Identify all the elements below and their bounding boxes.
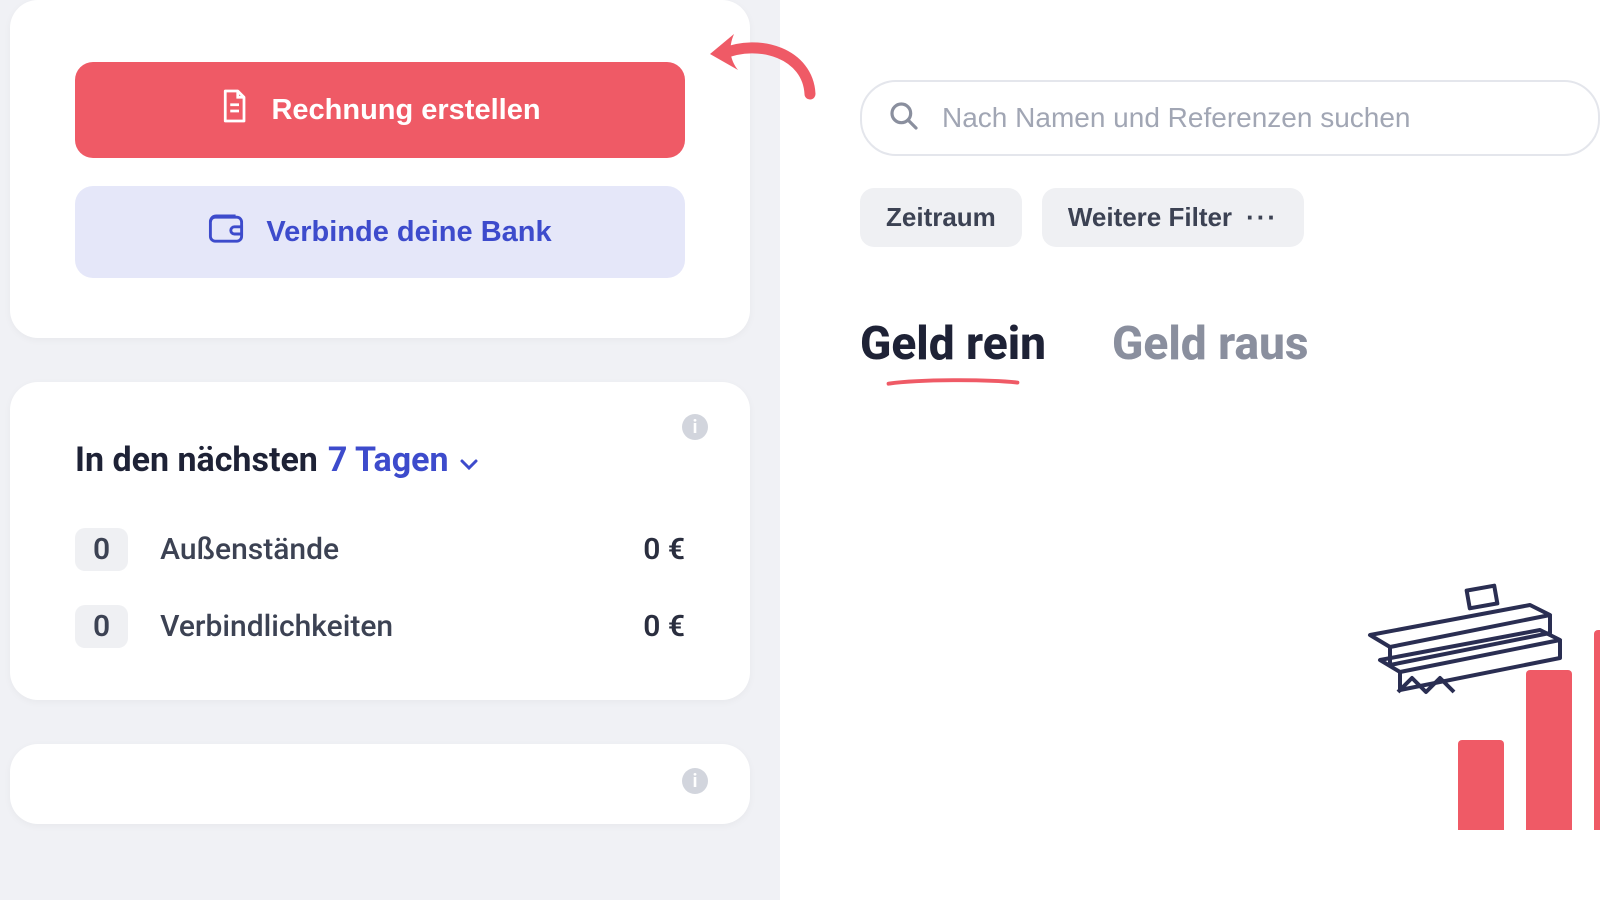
filter-period-label: Zeitraum xyxy=(886,202,996,233)
payables-amount: 0 € xyxy=(643,609,685,644)
payables-row: 0 Verbindlichkeiten 0 € xyxy=(75,605,685,648)
bar xyxy=(1458,740,1504,830)
receivables-amount: 0 € xyxy=(643,532,685,567)
connect-bank-label: Verbinde deine Bank xyxy=(266,216,551,249)
filter-row: Zeitraum Weitere Filter ··· xyxy=(860,188,1600,247)
filter-more-chip[interactable]: Weitere Filter ··· xyxy=(1042,188,1304,247)
document-icon xyxy=(219,88,249,132)
receivables-label: Außenstände xyxy=(160,532,611,567)
create-invoice-button[interactable]: Rechnung erstellen xyxy=(75,62,685,158)
search-input[interactable] xyxy=(860,80,1600,156)
receivables-row: 0 Außenstände 0 € xyxy=(75,528,685,571)
wallet-icon xyxy=(208,212,244,252)
upcoming-card: i In den nächsten 7 Tagen 0 Außenstände … xyxy=(10,382,750,700)
bar xyxy=(1594,630,1600,830)
main-panel: Zeitraum Weitere Filter ··· Geld rein Ge… xyxy=(780,0,1600,900)
tab-money-out[interactable]: Geld raus xyxy=(1112,317,1309,379)
create-invoice-label: Rechnung erstellen xyxy=(271,94,540,127)
period-selector: In den nächsten 7 Tagen xyxy=(75,440,685,480)
actions-card: Rechnung erstellen Verbinde deine Bank xyxy=(10,0,750,338)
filter-more-label: Weitere Filter xyxy=(1068,202,1232,233)
lower-card: i xyxy=(10,744,750,824)
payables-label: Verbindlichkeiten xyxy=(160,609,611,644)
chevron-down-icon xyxy=(459,440,479,480)
receivables-count: 0 xyxy=(75,528,128,571)
search-icon xyxy=(888,100,920,136)
empty-state-illustration xyxy=(1458,630,1600,830)
period-prefix: In den nächsten xyxy=(75,440,318,480)
books-icon xyxy=(1350,540,1590,710)
search-box xyxy=(860,80,1600,156)
period-value-label: 7 Tagen xyxy=(328,440,449,480)
info-icon[interactable]: i xyxy=(682,768,708,794)
period-dropdown[interactable]: 7 Tagen xyxy=(328,440,479,480)
filter-period-chip[interactable]: Zeitraum xyxy=(860,188,1022,247)
info-icon[interactable]: i xyxy=(682,414,708,440)
payables-count: 0 xyxy=(75,605,128,648)
tab-money-out-label: Geld raus xyxy=(1112,317,1309,371)
money-tabs: Geld rein Geld raus xyxy=(860,317,1600,379)
tab-money-in-label: Geld rein xyxy=(860,317,1046,371)
ellipsis-icon: ··· xyxy=(1246,202,1278,233)
connect-bank-button[interactable]: Verbinde deine Bank xyxy=(75,186,685,278)
tab-money-in[interactable]: Geld rein xyxy=(860,317,1046,379)
